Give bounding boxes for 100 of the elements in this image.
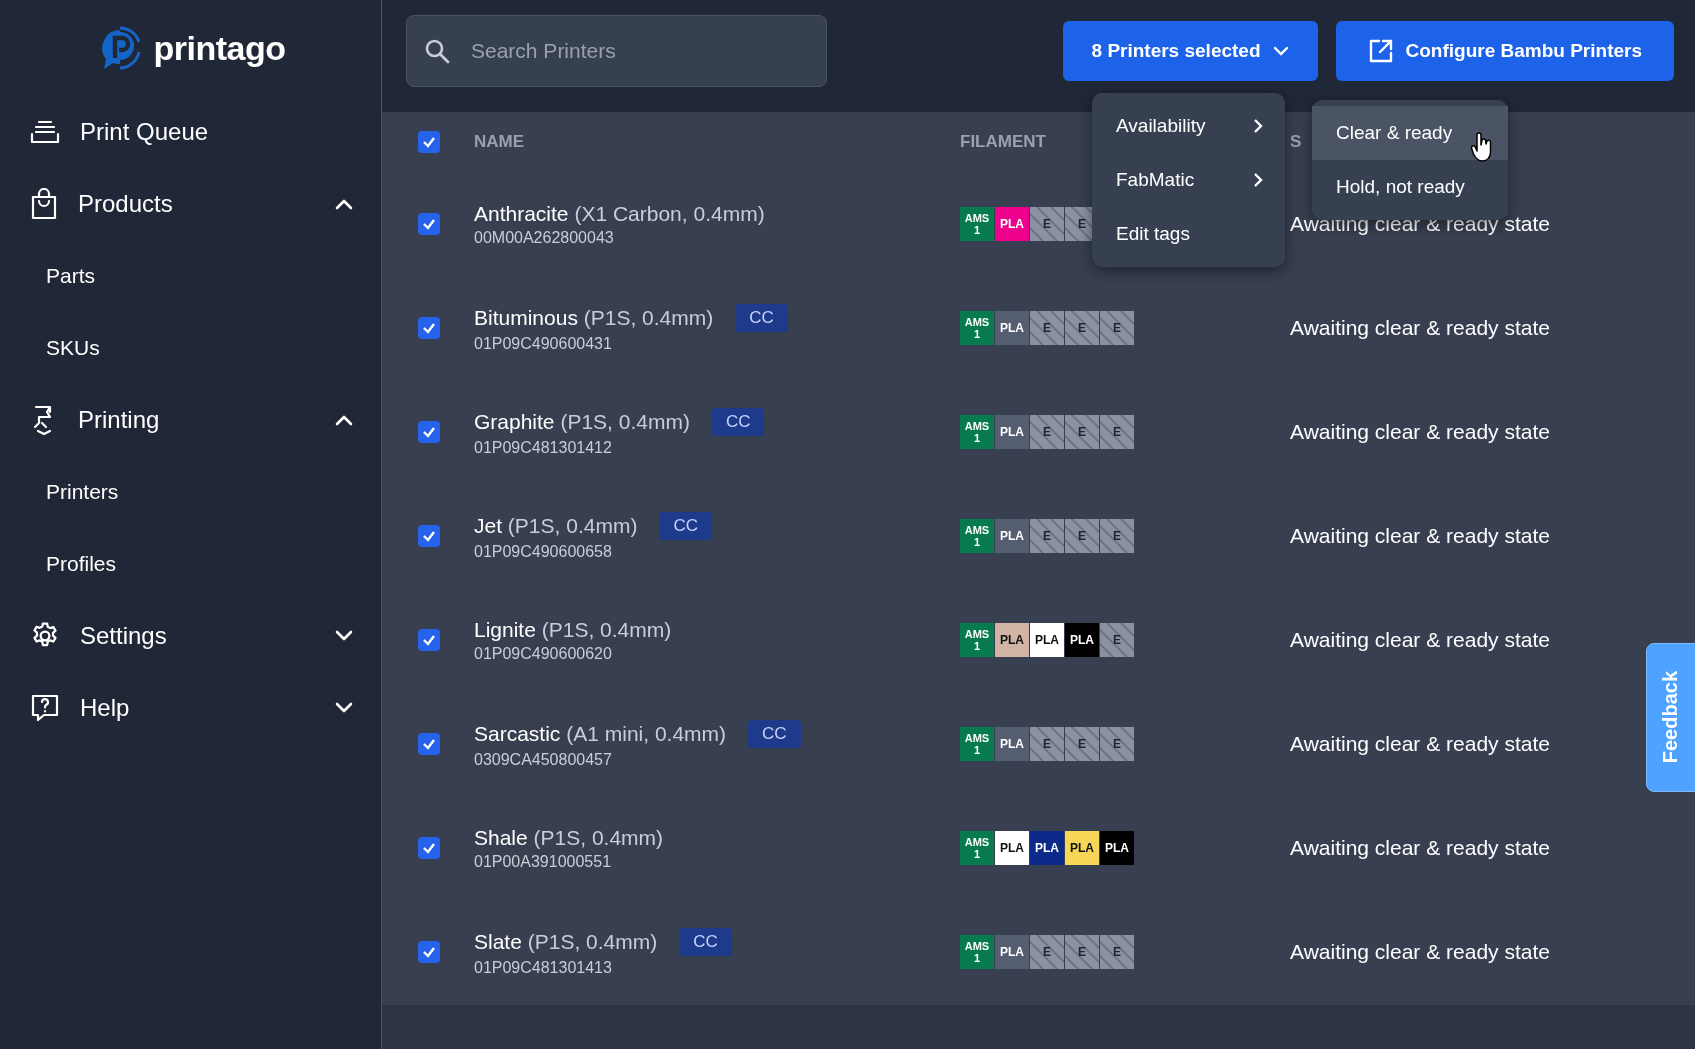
nav-item[interactable]: Products bbox=[0, 168, 381, 240]
stack-icon bbox=[30, 119, 60, 145]
empty-slot: E bbox=[1030, 207, 1064, 241]
search-field[interactable]: Search Printers bbox=[406, 15, 827, 87]
row-checkbox[interactable] bbox=[418, 629, 440, 651]
filament-slot: PLA bbox=[995, 311, 1029, 345]
check-icon bbox=[422, 738, 436, 750]
check-icon bbox=[422, 136, 436, 148]
row-checkbox[interactable] bbox=[418, 837, 440, 859]
empty-slot: E bbox=[1065, 415, 1099, 449]
empty-slot: E bbox=[1030, 415, 1064, 449]
check-icon bbox=[422, 946, 436, 958]
empty-slot: E bbox=[1065, 727, 1099, 761]
filament-slot: PLA bbox=[1100, 831, 1134, 865]
ams-badge: AMS 1 bbox=[960, 831, 994, 865]
hand-cursor-icon bbox=[1470, 132, 1494, 164]
tag: CC bbox=[659, 511, 712, 540]
row-checkbox[interactable] bbox=[418, 213, 440, 235]
ams-badge: AMS 1 bbox=[960, 519, 994, 553]
empty-slot: E bbox=[1100, 935, 1134, 969]
printer-name: Shale (P1S, 0.4mm) bbox=[474, 825, 664, 850]
filament-slot: PLA bbox=[995, 519, 1029, 553]
filament-slot: PLA bbox=[995, 831, 1029, 865]
tag: CC bbox=[748, 719, 801, 748]
row-checkbox[interactable] bbox=[418, 317, 440, 339]
empty-slot: E bbox=[1100, 623, 1134, 657]
empty-slot: E bbox=[1065, 519, 1099, 553]
filament-slot: PLA bbox=[995, 935, 1029, 969]
logo-text: printago bbox=[153, 28, 286, 68]
serial-number: 01P09C490600658 bbox=[474, 542, 613, 561]
menu-item[interactable]: Clear & ready bbox=[1312, 106, 1508, 160]
status-text: Awaiting clear & ready state bbox=[1290, 940, 1550, 964]
empty-slot: E bbox=[1065, 311, 1099, 345]
filament-slot: PLA bbox=[995, 207, 1029, 241]
printer-name: Lignite (P1S, 0.4mm) bbox=[474, 617, 672, 642]
tag: CC bbox=[679, 927, 732, 956]
empty-slot: E bbox=[1030, 519, 1064, 553]
ams-badge: AMS 1 bbox=[960, 311, 994, 345]
status-text: Awaiting clear & ready state bbox=[1290, 420, 1550, 444]
ams-badge: AMS 1 bbox=[960, 415, 994, 449]
printer-name: Sarcastic (A1 mini, 0.4mm) bbox=[474, 721, 727, 746]
chevron-down-icon bbox=[335, 630, 353, 642]
nav-subitem[interactable]: Profiles bbox=[0, 528, 381, 600]
configure-button[interactable]: Configure Bambu Printers bbox=[1335, 21, 1674, 81]
menu-item-label: FabMatic bbox=[1116, 169, 1195, 191]
check-icon bbox=[422, 634, 436, 646]
nav-item[interactable]: Help bbox=[0, 672, 381, 744]
check-icon bbox=[422, 218, 436, 230]
nav-item[interactable]: Printing bbox=[0, 384, 381, 456]
status-text: Awaiting clear & ready state bbox=[1290, 628, 1550, 652]
menu-item[interactable]: Availability bbox=[1092, 99, 1285, 153]
chevron-down-icon bbox=[1272, 46, 1289, 56]
empty-slot: E bbox=[1100, 415, 1134, 449]
status-text: Awaiting clear & ready state bbox=[1290, 732, 1550, 756]
column-header: NAME bbox=[474, 132, 526, 152]
nav-item[interactable]: Print Queue bbox=[0, 96, 381, 168]
menu-item-label: Availability bbox=[1116, 115, 1206, 137]
chevron-up-icon bbox=[335, 198, 353, 210]
select-all-checkbox[interactable] bbox=[418, 131, 440, 153]
row-checkbox[interactable] bbox=[418, 941, 440, 963]
chevron-down-icon bbox=[335, 702, 353, 714]
serial-number: 01P09C481301413 bbox=[474, 958, 613, 977]
ams-badge: AMS 1 bbox=[960, 727, 994, 761]
tag: CC bbox=[711, 407, 765, 436]
serial-number: 01P09C481301412 bbox=[474, 438, 613, 457]
printer-name: Slate (P1S, 0.4mm) bbox=[474, 929, 658, 954]
menu-item[interactable]: Hold, not ready bbox=[1312, 160, 1508, 214]
check-icon bbox=[422, 426, 436, 438]
filament-slot: PLA bbox=[1065, 831, 1099, 865]
status-text: Awaiting clear & ready state bbox=[1290, 316, 1550, 340]
check-icon bbox=[422, 322, 436, 334]
empty-slot: E bbox=[1030, 311, 1064, 345]
printer-name: Bituminous (P1S, 0.4mm) bbox=[474, 305, 714, 330]
nav-subitem[interactable]: SKUs bbox=[0, 312, 381, 384]
nav-item[interactable]: Settings bbox=[0, 600, 381, 672]
empty-slot: E bbox=[1030, 935, 1064, 969]
tag: CC bbox=[735, 303, 788, 332]
status-text: Awaiting clear & ready state bbox=[1290, 524, 1550, 548]
filament-slot: PLA bbox=[1030, 623, 1064, 657]
row-checkbox[interactable] bbox=[418, 525, 440, 547]
row-checkbox[interactable] bbox=[418, 733, 440, 755]
filament-slot: PLA bbox=[995, 727, 1029, 761]
help-icon bbox=[30, 693, 60, 723]
search-icon bbox=[424, 38, 450, 64]
filament-slot: PLA bbox=[995, 415, 1029, 449]
serial-number: 01P09C490600431 bbox=[474, 334, 613, 353]
nav-subitem[interactable]: Printers bbox=[0, 456, 381, 528]
serial-number: 01P00A391000551 bbox=[474, 852, 613, 871]
serial-number: 00M00A262800043 bbox=[474, 228, 615, 247]
menu-item[interactable]: FabMatic bbox=[1092, 153, 1285, 207]
filament-slot: PLA bbox=[1030, 831, 1064, 865]
empty-slot: E bbox=[1030, 727, 1064, 761]
printer-name: Graphite (P1S, 0.4mm) bbox=[474, 409, 690, 434]
filament-slot: PLA bbox=[995, 623, 1029, 657]
printer-name: Jet (P1S, 0.4mm) bbox=[474, 513, 638, 538]
printers-selected-dropdown[interactable]: 8 Printers selected bbox=[1062, 21, 1318, 81]
row-checkbox[interactable] bbox=[418, 421, 440, 443]
shopping-bag-icon bbox=[30, 188, 58, 220]
nav-subitem[interactable]: Parts bbox=[0, 240, 381, 312]
column-header: FILAMENT bbox=[960, 132, 1046, 151]
